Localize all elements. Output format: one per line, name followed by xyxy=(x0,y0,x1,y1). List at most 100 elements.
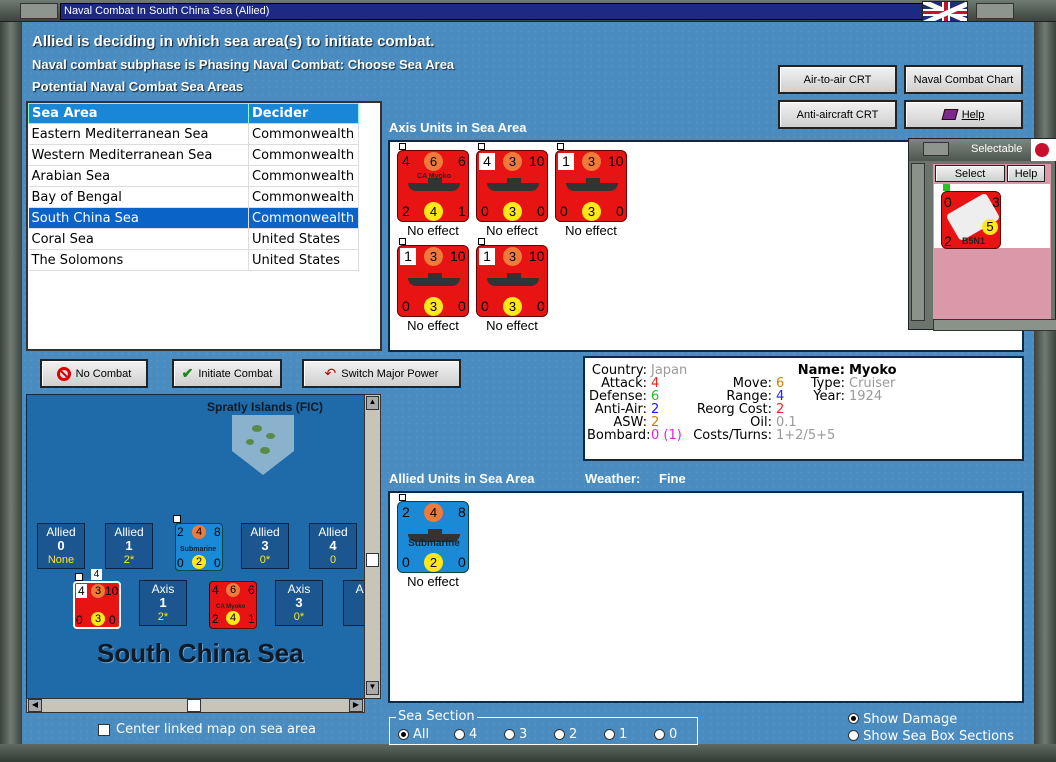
b5n1-counter[interactable]: 0 3 2 5 B5N1 xyxy=(941,191,1001,249)
ship-silhouette-icon xyxy=(487,273,539,286)
window-close-button[interactable] xyxy=(976,3,1014,19)
sea-section-label: All xyxy=(413,727,430,742)
counter-dot: 3 xyxy=(503,297,522,316)
counter-value: 6 xyxy=(248,583,255,597)
sea-area-row[interactable]: Eastern Mediterranean Sea Commonwealth xyxy=(28,123,359,145)
allied-sea-box[interactable]: Allied 1 2* xyxy=(105,523,153,569)
sea-box-number: 4 xyxy=(329,538,337,553)
sea-area-row[interactable]: South China Sea Commonwealth xyxy=(28,207,359,229)
sea-section-option[interactable]: All xyxy=(398,727,454,742)
sea-section-radio[interactable] xyxy=(504,729,515,740)
sea-box-number: 3 xyxy=(295,595,303,610)
switch-major-power-button[interactable]: ↶ Switch Major Power xyxy=(302,359,461,388)
center-map-option[interactable]: Center linked map on sea area xyxy=(98,722,316,737)
sea-section-radio[interactable] xyxy=(554,729,565,740)
sea-section-label: 0 xyxy=(669,727,678,742)
sea-area-map[interactable]: Spratly Islands (FIC) Allied 0 None Allied 1… xyxy=(26,394,365,699)
selectable-help-button[interactable]: Help xyxy=(1007,165,1045,182)
naval-combat-chart-button[interactable]: Naval Combat Chart xyxy=(904,65,1023,94)
sea-area-row[interactable]: Bay of Bengal Commonwealth xyxy=(28,186,359,208)
allied-sea-box[interactable]: Allied 0 None xyxy=(37,523,85,569)
sea-section-option[interactable]: 0 xyxy=(654,727,704,742)
col-decider[interactable]: Decider xyxy=(248,103,359,124)
sea-area-row[interactable]: Western Mediterranean Sea Commonwealth xyxy=(28,144,359,166)
col-sea-area[interactable]: Sea Area xyxy=(28,103,249,124)
sea-area-row[interactable]: Coral Sea United States xyxy=(28,228,359,250)
show-sections-radio[interactable] xyxy=(848,730,859,741)
sea-section-label: 2 xyxy=(569,727,578,742)
counter-value: 0 xyxy=(402,298,410,314)
island-hex[interactable] xyxy=(232,415,294,475)
sea-section-option[interactable]: 4 xyxy=(454,727,504,742)
window-frame-left xyxy=(0,22,22,744)
allied-sea-box[interactable]: Allied 3 0* xyxy=(241,523,289,569)
sea-area-row[interactable]: Arabian Sea Commonwealth xyxy=(28,165,359,187)
axis-sea-box[interactable]: Axis 1 2* xyxy=(139,580,187,626)
sea-section-radio[interactable] xyxy=(398,729,409,740)
counter-value: 0 xyxy=(481,298,489,314)
window-menu-button[interactable] xyxy=(20,3,58,19)
counter-value: 0 xyxy=(214,556,221,570)
initiate-combat-button[interactable]: ✔ Initiate Combat xyxy=(172,359,282,388)
counter-name: Submarine xyxy=(180,546,217,553)
info-costs: 1+2/5+5 xyxy=(776,428,836,443)
sea-box-sub: 0 xyxy=(329,554,337,566)
sea-area-row[interactable]: The Solomons United States xyxy=(28,249,359,271)
sea-section-radio[interactable] xyxy=(604,729,615,740)
axis-unit-counter[interactable]: 1 3 10 0 3 0 xyxy=(476,245,548,317)
help-button[interactable]: Help xyxy=(904,100,1023,129)
map-vscrollbar[interactable]: ▲ ▼ xyxy=(364,394,381,699)
select-button[interactable]: Select xyxy=(935,165,1005,182)
axis-unit-counter[interactable]: 1 3 10 0 3 0 xyxy=(555,150,627,222)
axis-sea-box[interactable]: Axis xyxy=(343,580,364,626)
no-combat-button[interactable]: No Combat xyxy=(40,359,148,388)
counter-dot: 3 xyxy=(503,202,522,221)
counter-value: 10 xyxy=(450,248,466,264)
axis-unit-counter[interactable]: 4 6 6 CA Myoko 2 4 1 xyxy=(397,150,469,222)
counter-dot: 4 xyxy=(226,611,240,625)
axis-sea-box[interactable]: Axis 3 0* xyxy=(275,580,323,626)
decider-cell: Commonwealth xyxy=(248,123,359,145)
book-icon xyxy=(941,109,959,120)
unit-effect-label: No effect xyxy=(486,318,538,333)
show-damage-option[interactable]: Show Damage xyxy=(848,712,957,727)
show-damage-radio[interactable] xyxy=(848,713,859,724)
sea-section-label: 4 xyxy=(469,727,478,742)
map-hscroll-thumb[interactable] xyxy=(187,699,201,712)
sea-section-radio[interactable] xyxy=(454,729,465,740)
selectable-menu-button[interactable] xyxy=(923,142,949,156)
counter-box-value: 1 xyxy=(400,248,416,265)
counter-value: 0 xyxy=(76,613,83,627)
center-map-checkbox[interactable] xyxy=(98,723,110,736)
map-myoko-counter[interactable]: 4 6 6 CA Myoko 2 4 1 xyxy=(209,581,257,629)
counter-value: 0 xyxy=(458,554,466,570)
sea-box-label: Allied xyxy=(318,525,348,539)
counter-value: 2 xyxy=(402,203,410,219)
allied-unit-counter[interactable]: 2 4 8 Submarine 0 2 0 xyxy=(397,501,469,573)
selectable-scrollbar[interactable] xyxy=(911,163,925,321)
sea-section-radio[interactable] xyxy=(654,729,665,740)
sea-box-number: 0 xyxy=(57,538,65,553)
help-label: Help xyxy=(961,108,985,121)
counter-value: 2 xyxy=(402,504,410,520)
counter-value: 10 xyxy=(529,153,545,169)
info-year: 1924 xyxy=(849,389,883,404)
map-hscrollbar[interactable]: ◀ ▶ xyxy=(26,698,365,713)
counter-dot: 6 xyxy=(424,152,443,171)
map-vscroll-thumb[interactable] xyxy=(366,553,379,567)
allied-sea-box[interactable]: Allied 4 0 xyxy=(309,523,357,569)
map-axis-stack-counter[interactable]: 4 3 10 0 3 0 xyxy=(73,581,121,629)
show-sections-option[interactable]: Show Sea Box Sections xyxy=(848,729,1014,744)
selectable-hscrollbar[interactable] xyxy=(933,319,1056,331)
counter-value: 2 xyxy=(212,612,219,626)
sea-section-option[interactable]: 3 xyxy=(504,727,554,742)
map-submarine-counter[interactable]: 2 4 8 Submarine 0 2 0 xyxy=(175,523,223,571)
sea-section-option[interactable]: 1 xyxy=(604,727,654,742)
axis-unit-counter[interactable]: 1 3 10 0 3 0 xyxy=(397,245,469,317)
air-to-air-crt-button[interactable]: Air-to-air CRT xyxy=(778,65,897,94)
no-combat-label: No Combat xyxy=(75,367,132,380)
weather-value: Fine xyxy=(659,471,686,486)
anti-aircraft-crt-button[interactable]: Anti-aircraft CRT xyxy=(778,100,897,129)
axis-unit-counter[interactable]: 4 3 10 0 3 0 xyxy=(476,150,548,222)
sea-section-option[interactable]: 2 xyxy=(554,727,604,742)
